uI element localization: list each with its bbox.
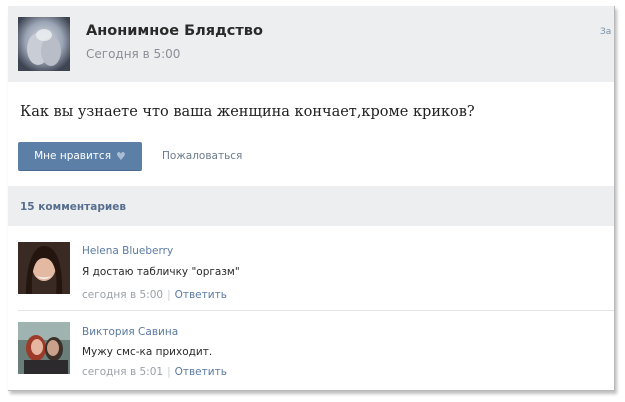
comment-text: Мужу смс-ка приходит. [82, 346, 213, 358]
comment-author[interactable]: Helena Blueberry [82, 245, 173, 257]
comment-time[interactable]: сегодня в 5:01 [82, 366, 163, 378]
comments-count[interactable]: 15 комментариев [20, 201, 126, 213]
meta-separator: | [167, 289, 171, 301]
like-button-label: Мне нравится [34, 150, 112, 162]
comment-divider [18, 310, 614, 311]
post-header [8, 6, 614, 82]
comment-text: Я достаю табличку "оргазм" [82, 266, 240, 278]
reply-link[interactable]: Ответить [175, 366, 227, 378]
post-text: Как вы узнаете что ваша женщина кончает,… [20, 104, 475, 120]
post-card: Анонимное Блядство Сегодня в 5:00 За Как… [8, 6, 615, 391]
like-button[interactable]: Мне нравится ♥ [18, 142, 142, 171]
group-name[interactable]: Анонимное Блядство [86, 23, 263, 39]
post-time[interactable]: Сегодня в 5:00 [86, 47, 180, 61]
report-link[interactable]: Пожаловаться [162, 150, 242, 162]
comment-item: Helena Blueberry Я достаю табличку "орга… [8, 242, 614, 302]
heart-icon: ♥ [116, 149, 126, 163]
reply-link[interactable]: Ответить [175, 289, 227, 301]
edge-link[interactable]: За [600, 27, 611, 37]
comment-meta: сегодня в 5:01 | Ответить [82, 366, 227, 378]
comment-avatar[interactable] [18, 322, 70, 374]
group-avatar[interactable] [18, 17, 70, 71]
comment-time[interactable]: сегодня в 5:00 [82, 289, 163, 301]
comment-avatar[interactable] [18, 242, 70, 294]
comment-item: Виктория Савина Мужу смс-ка приходит. се… [8, 322, 614, 382]
meta-separator: | [167, 366, 171, 378]
comment-meta: сегодня в 5:00 | Ответить [82, 289, 227, 301]
comment-author[interactable]: Виктория Савина [82, 326, 178, 338]
